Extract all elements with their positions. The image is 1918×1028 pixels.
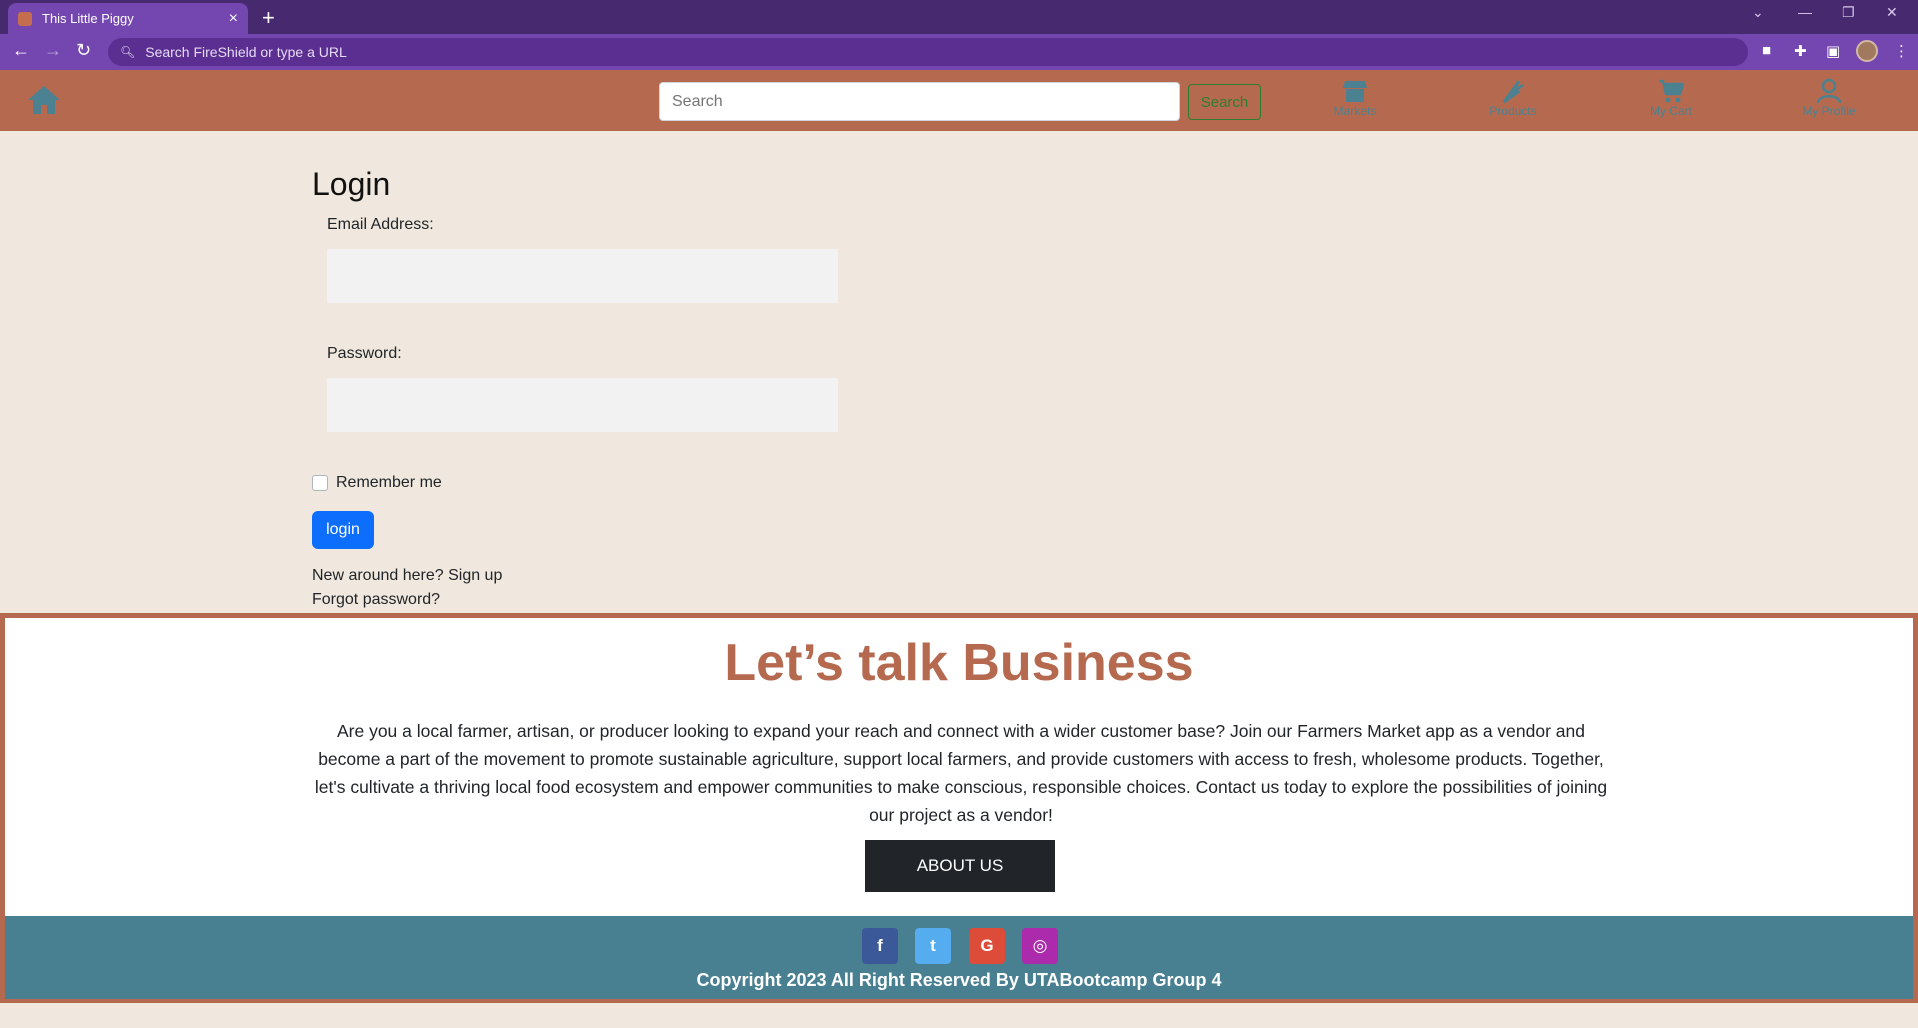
nav-profile[interactable]: My Profile: [1774, 78, 1884, 118]
tab-search-icon[interactable]: ⌄: [1752, 4, 1764, 21]
menu-dots-icon[interactable]: ⋮: [1894, 42, 1909, 60]
nav-cart[interactable]: My Cart: [1616, 78, 1726, 118]
business-description: Are you a local farmer, artisan, or prod…: [314, 721, 1608, 825]
close-tab-icon[interactable]: ×: [229, 10, 238, 28]
remember-me: Remember me: [312, 474, 442, 492]
facebook-icon[interactable]: f: [862, 928, 898, 964]
twitter-icon[interactable]: t: [915, 928, 951, 964]
business-title: Let’s talk Business: [724, 634, 1194, 692]
home-icon[interactable]: [26, 84, 62, 116]
user-icon: [1816, 78, 1842, 104]
restore-icon[interactable]: ❐: [1842, 4, 1855, 21]
email-label: Email Address:: [327, 216, 434, 233]
browser-toolbar: ← → ↻ 🔍︎ Search FireShield or type a URL…: [0, 34, 1918, 70]
password-field[interactable]: [327, 378, 838, 432]
sidepanel-icon[interactable]: ▣: [1826, 42, 1840, 60]
nav-products[interactable]: Products: [1458, 78, 1568, 118]
puzzle-icon[interactable]: ✚: [1794, 42, 1807, 60]
password-label: Password:: [327, 345, 402, 362]
address-bar[interactable]: 🔍︎ Search FireShield or type a URL: [108, 38, 1748, 66]
close-window-icon[interactable]: ✕: [1886, 4, 1898, 21]
nav-markets[interactable]: Markets: [1300, 78, 1410, 118]
pig-favicon-icon: [18, 11, 32, 26]
footer: f t G ◎ Copyright 2023 All Right Reserve…: [0, 916, 1918, 1003]
email-field[interactable]: [327, 249, 838, 303]
nav-cart-label: My Cart: [1650, 104, 1692, 118]
forward-icon[interactable]: →: [44, 40, 62, 61]
search-button[interactable]: Search: [1188, 84, 1261, 120]
tab-title: This Little Piggy: [42, 11, 134, 26]
google-icon[interactable]: G: [969, 928, 1005, 964]
profile-avatar[interactable]: [1856, 40, 1878, 62]
login-button[interactable]: login: [312, 511, 374, 549]
business-section: Let’s talk Business Are you a local farm…: [0, 613, 1918, 916]
extension-square-icon[interactable]: ■: [1762, 42, 1771, 59]
nav-products-label: Products: [1489, 104, 1537, 118]
store-icon: [1343, 81, 1367, 102]
search-icon: 🔍︎: [120, 45, 136, 59]
cart-icon: [1659, 79, 1684, 103]
minimize-icon[interactable]: —: [1798, 4, 1812, 20]
back-icon[interactable]: ←: [12, 40, 30, 61]
carrot-icon: [1502, 80, 1524, 104]
browser-tab[interactable]: This Little Piggy ×: [8, 3, 248, 34]
nav-markets-label: Markets: [1333, 104, 1377, 118]
signup-link[interactable]: New around here? Sign up: [312, 567, 502, 585]
new-tab-button[interactable]: +: [262, 5, 275, 31]
forgot-password-link[interactable]: Forgot password?: [312, 591, 440, 609]
browser-tabbar: This Little Piggy × + ⌄ — ❐ ✕: [0, 0, 1918, 34]
nav-profile-label: My Profile: [1802, 104, 1856, 118]
remember-label: Remember me: [336, 474, 442, 491]
site-navbar: Search Markets Products My Cart My Profi…: [0, 70, 1918, 131]
page-title: Login: [312, 166, 391, 202]
copyright-text: Copyright 2023 All Right Reserved By UTA…: [696, 970, 1222, 990]
search-input[interactable]: [659, 82, 1180, 121]
instagram-icon[interactable]: ◎: [1022, 928, 1058, 964]
address-bar-placeholder: Search FireShield or type a URL: [145, 44, 347, 60]
about-us-button[interactable]: ABOUT US: [865, 840, 1055, 892]
remember-checkbox[interactable]: [312, 475, 328, 491]
reload-icon[interactable]: ↻: [76, 40, 91, 61]
